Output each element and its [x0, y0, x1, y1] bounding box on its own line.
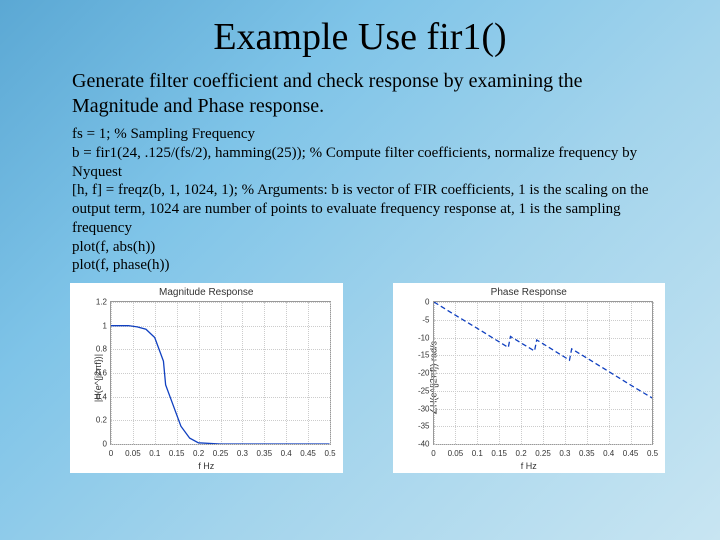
- code-line: [h, f] = freqz(b, 1, 1024, 1); % Argumen…: [72, 181, 650, 237]
- magnitude-chart: Magnitude Response |H(e^{j2πf})| f Hz 00…: [70, 283, 343, 473]
- y-tick: -5: [412, 315, 430, 324]
- x-tick: 0.3: [237, 449, 248, 458]
- x-tick: 0.15: [491, 449, 507, 458]
- x-tick: 0.2: [516, 449, 527, 458]
- chart-title: Magnitude Response: [70, 287, 343, 298]
- x-tick: 0.25: [213, 449, 229, 458]
- x-tick: 0.45: [300, 449, 316, 458]
- y-tick: 0.8: [89, 345, 107, 354]
- x-tick: 0: [109, 449, 113, 458]
- x-tick: 0.4: [281, 449, 292, 458]
- x-tick: 0.25: [535, 449, 551, 458]
- code-line: b = fir1(24, .125/(fs/2), hamming(25)); …: [72, 144, 650, 182]
- y-tick: 1: [89, 321, 107, 330]
- description-text: Generate filter coefficient and check re…: [72, 69, 650, 119]
- x-axis-label: f Hz: [70, 461, 343, 471]
- y-tick: -35: [412, 422, 430, 431]
- y-tick: -30: [412, 404, 430, 413]
- x-tick: 0.5: [647, 449, 658, 458]
- plot-area: 00.050.10.150.20.250.30.350.40.450.5-40-…: [433, 301, 654, 445]
- x-tick: 0.05: [448, 449, 464, 458]
- x-tick: 0.3: [559, 449, 570, 458]
- y-tick: 0.2: [89, 416, 107, 425]
- x-axis-label: f Hz: [393, 461, 666, 471]
- y-tick: -25: [412, 386, 430, 395]
- code-block: fs = 1; % Sampling Frequency b = fir1(24…: [72, 125, 650, 275]
- content-block: Generate filter coefficient and check re…: [0, 69, 720, 275]
- x-tick: 0.45: [623, 449, 639, 458]
- code-line: plot(f, abs(h)): [72, 238, 650, 257]
- charts-row: Magnitude Response |H(e^{j2πf})| f Hz 00…: [0, 275, 720, 473]
- x-tick: 0.05: [125, 449, 141, 458]
- plot-area: 00.050.10.150.20.250.30.350.40.450.500.2…: [110, 301, 331, 445]
- x-tick: 0.35: [257, 449, 273, 458]
- y-tick: 1.2: [89, 298, 107, 307]
- y-tick: 0: [89, 440, 107, 449]
- x-tick: 0.5: [324, 449, 335, 458]
- phase-chart: Phase Response ∠H(e^{j2πf}) rad/s f Hz 0…: [393, 283, 666, 473]
- x-tick: 0.4: [603, 449, 614, 458]
- x-tick: 0.15: [169, 449, 185, 458]
- y-tick: 0.4: [89, 392, 107, 401]
- page-title: Example Use fir1(): [0, 0, 720, 69]
- y-tick: 0: [412, 298, 430, 307]
- y-tick: -40: [412, 440, 430, 449]
- y-tick: -15: [412, 351, 430, 360]
- x-tick: 0.1: [149, 449, 160, 458]
- x-tick: 0.2: [193, 449, 204, 458]
- x-tick: 0.35: [579, 449, 595, 458]
- code-line: fs = 1; % Sampling Frequency: [72, 125, 650, 144]
- x-tick: 0: [431, 449, 435, 458]
- code-line: plot(f, phase(h)): [72, 256, 650, 275]
- y-tick: -10: [412, 333, 430, 342]
- chart-title: Phase Response: [393, 287, 666, 298]
- y-tick: 0.6: [89, 369, 107, 378]
- y-tick: -20: [412, 369, 430, 378]
- x-tick: 0.1: [472, 449, 483, 458]
